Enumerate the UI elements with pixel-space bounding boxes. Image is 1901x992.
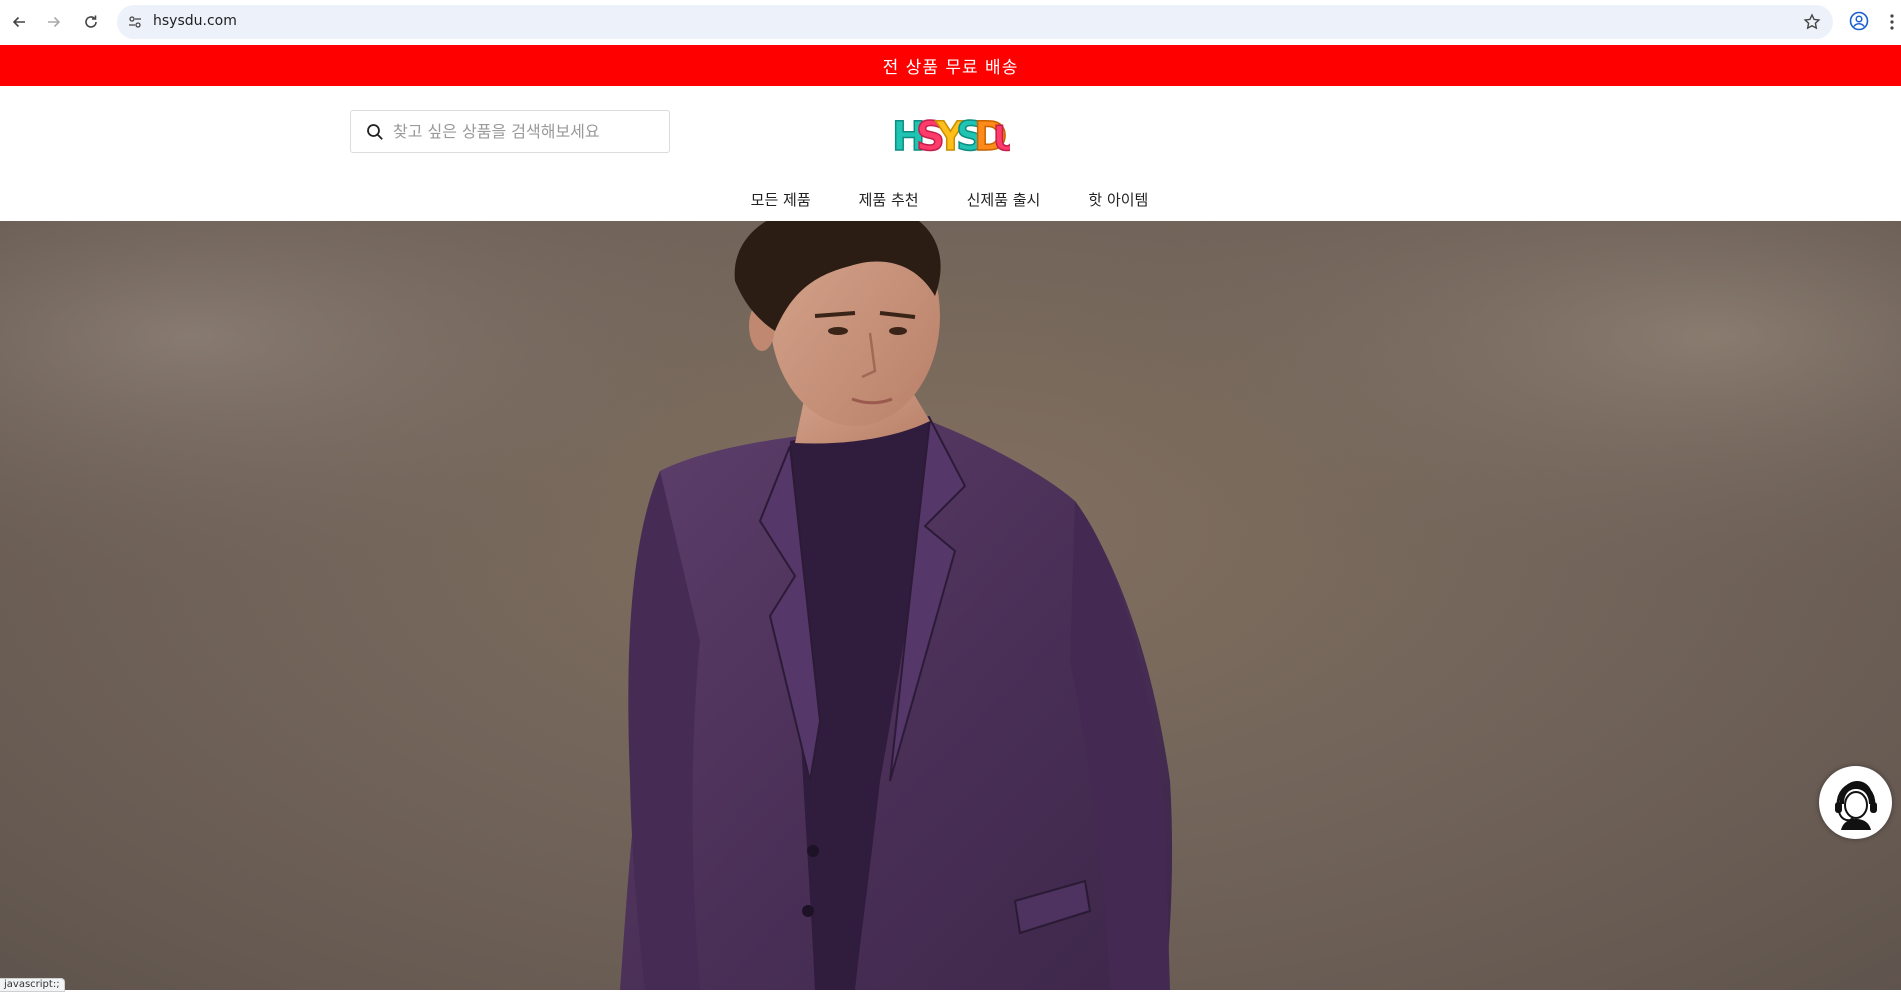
- search-box[interactable]: [350, 110, 670, 153]
- promo-banner: 전 상품 무료 배송: [0, 45, 1901, 86]
- address-bar[interactable]: hsysdu.com: [117, 5, 1833, 39]
- reload-icon: [85, 15, 97, 28]
- kebab-menu-icon[interactable]: [1888, 12, 1896, 32]
- customer-support-headset-icon: [1828, 775, 1883, 830]
- nav-all-products[interactable]: 모든 제품: [727, 186, 835, 216]
- svg-text:U: U: [993, 119, 1010, 158]
- arrow-forward-icon: [48, 16, 61, 28]
- main-navigation: 모든 제품 제품 추천 신제품 출시 핫 아이템: [0, 186, 1901, 216]
- nav-new-arrivals[interactable]: 신제품 출시: [943, 186, 1065, 216]
- reload-button[interactable]: [80, 11, 102, 33]
- browser-toolbar: hsysdu.com: [0, 0, 1901, 45]
- nav-hot-items[interactable]: 핫 아이템: [1064, 186, 1172, 216]
- arrow-back-icon: [12, 16, 25, 28]
- url-text[interactable]: hsysdu.com: [153, 13, 237, 29]
- forward-button[interactable]: [43, 11, 65, 33]
- hero-banner[interactable]: [0, 221, 1901, 990]
- search-icon[interactable]: [366, 123, 384, 141]
- back-button[interactable]: [8, 11, 30, 33]
- account-circle-icon[interactable]: [1849, 11, 1869, 31]
- hero-photo: [0, 221, 1901, 990]
- tune-icon[interactable]: [127, 14, 143, 30]
- search-input[interactable]: [393, 111, 663, 152]
- site-logo[interactable]: H S Y S D U: [890, 108, 1021, 161]
- star-icon[interactable]: [1803, 13, 1821, 31]
- nav-recommended[interactable]: 제품 추천: [835, 186, 943, 216]
- customer-support-button[interactable]: [1819, 766, 1892, 839]
- site-header: H S Y S D U 모든 제품 제품 추천 신제품 출시 핫 아이템: [0, 86, 1901, 221]
- promo-text: 전 상품 무료 배송: [882, 58, 1019, 78]
- logo-wordmark: H S Y S D U: [891, 113, 1021, 161]
